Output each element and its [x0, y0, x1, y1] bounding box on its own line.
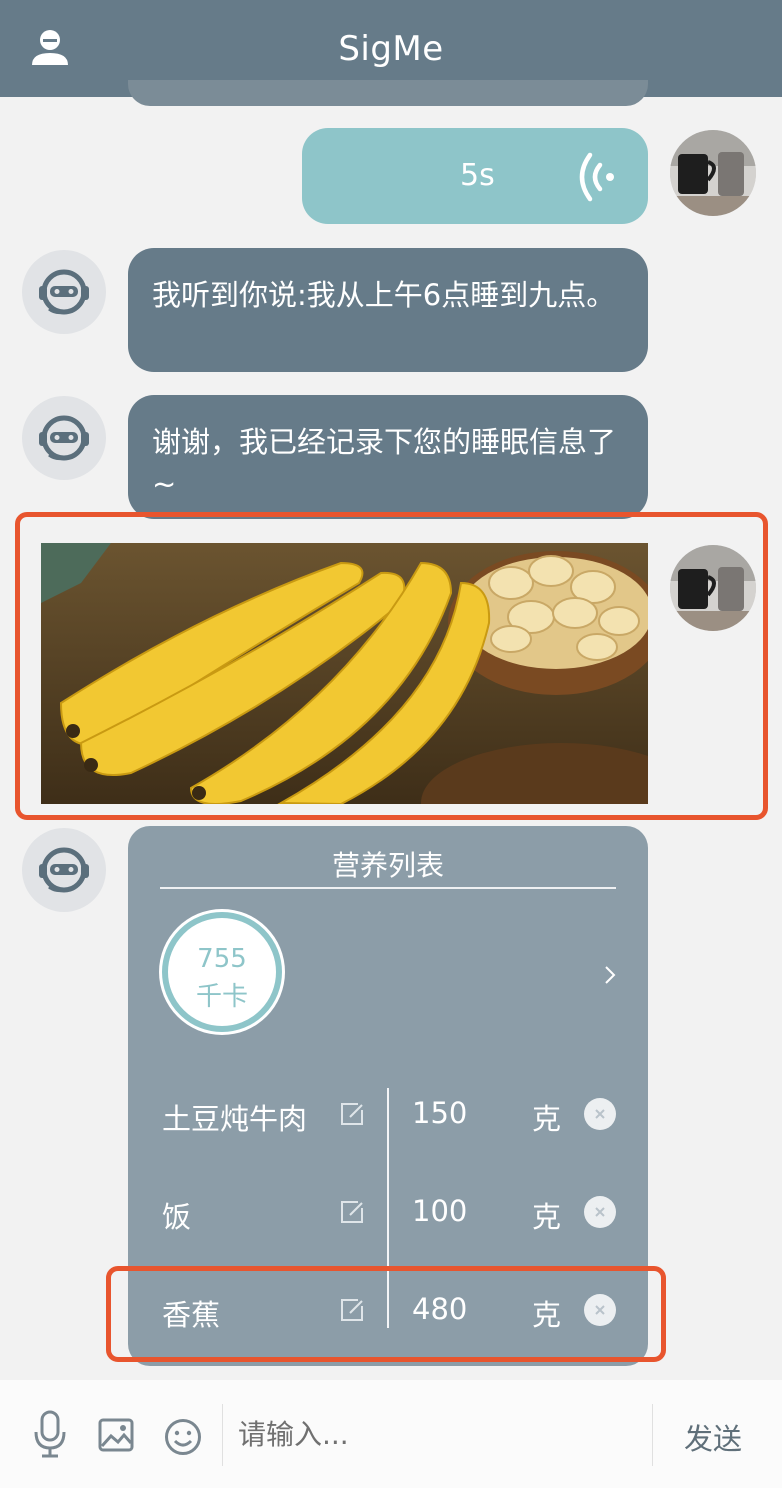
app-title: SigMe [338, 28, 444, 69]
nutrition-card-title: 营养列表 [331, 849, 444, 882]
user-avatar[interactable] [670, 130, 756, 216]
chevron-right-icon[interactable] [602, 964, 618, 986]
emoji-icon[interactable] [164, 1418, 202, 1456]
calorie-unit: 千卡 [195, 982, 248, 1012]
food-unit: 克 [532, 1102, 562, 1136]
image-message-highlight [15, 512, 768, 820]
message-input[interactable] [236, 1402, 640, 1466]
input-separator [222, 1404, 223, 1466]
remove-item-button[interactable] [584, 1098, 616, 1130]
food-name: 饭 [162, 1200, 192, 1234]
banana-row-highlight [106, 1266, 666, 1362]
bot-message-bubble: 谢谢，我已经记录下您的睡眠信息了~ [128, 395, 648, 519]
microphone-icon[interactable] [32, 1410, 68, 1458]
bot-message-text: 谢谢，我已经记录下您的睡眠信息了~ [152, 425, 617, 501]
edit-icon[interactable] [338, 1198, 366, 1226]
bot-message-text: 我听到你说:我从上午6点睡到九点。 [152, 278, 616, 312]
calorie-circle[interactable]: 755 千卡 [162, 912, 282, 1032]
send-button[interactable]: 发送 [684, 1416, 742, 1458]
calorie-value: 755 [197, 944, 247, 974]
close-icon [595, 1109, 605, 1119]
edit-icon[interactable] [338, 1100, 366, 1128]
input-bar: 发送 [0, 1380, 782, 1488]
input-separator [652, 1404, 653, 1466]
robot-icon [39, 415, 89, 461]
food-name: 土豆炖牛肉 [162, 1102, 308, 1136]
bot-message-bubble: 我听到你说:我从上午6点睡到九点。 [128, 248, 648, 372]
title-divider [160, 887, 616, 889]
voice-wave-icon [579, 152, 614, 202]
remove-item-button[interactable] [584, 1196, 616, 1228]
previous-message-bubble [128, 80, 648, 106]
voice-duration: 5s [460, 158, 495, 193]
food-unit: 克 [532, 1200, 562, 1234]
user-icon[interactable] [30, 27, 70, 67]
robot-icon [39, 269, 89, 315]
voice-message-bubble[interactable]: 5s [302, 128, 648, 224]
bot-avatar[interactable] [22, 250, 106, 334]
bot-avatar[interactable] [22, 828, 106, 912]
food-quantity[interactable]: 150 [412, 1096, 467, 1130]
close-icon [595, 1207, 605, 1217]
bot-avatar[interactable] [22, 396, 106, 480]
image-icon[interactable] [98, 1418, 134, 1452]
robot-icon [39, 847, 89, 893]
food-quantity[interactable]: 100 [412, 1194, 467, 1228]
